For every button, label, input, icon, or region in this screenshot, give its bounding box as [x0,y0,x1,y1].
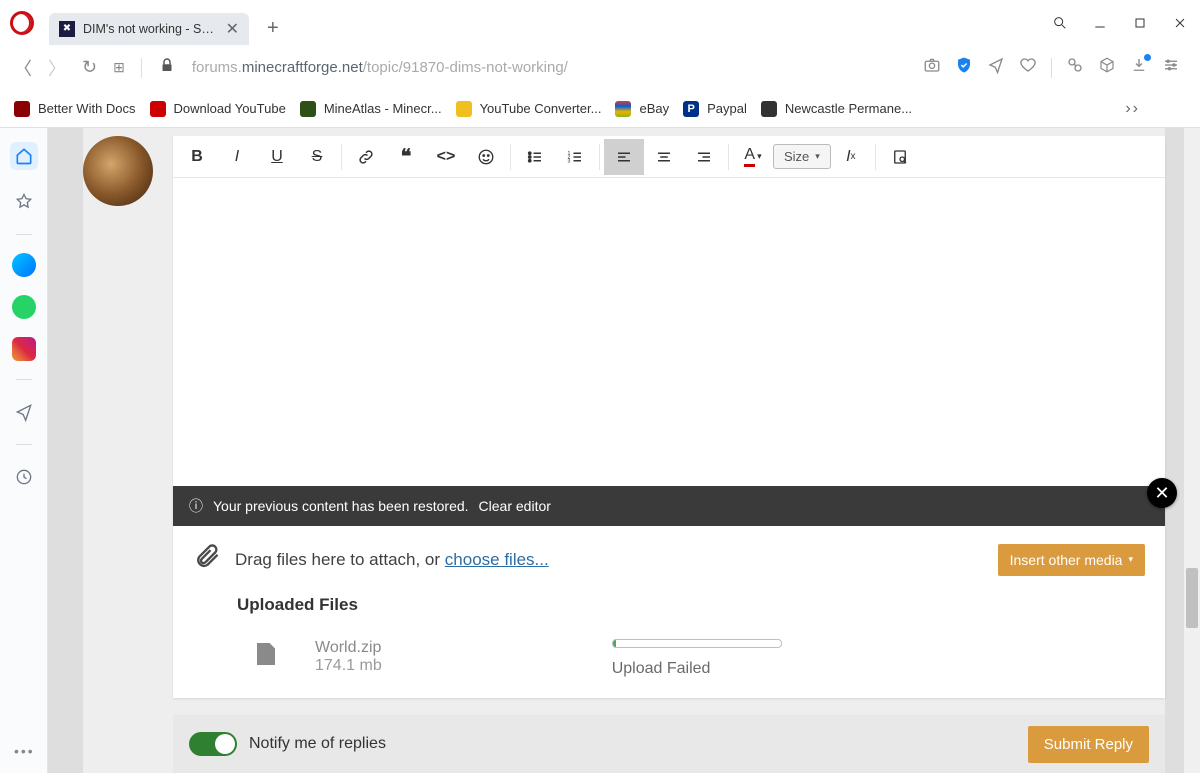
align-right-button[interactable] [684,139,724,175]
bookmark-item[interactable]: YouTube Converter... [456,101,602,117]
strike-button[interactable]: S [297,139,337,175]
opera-sidebar: ••• [0,128,48,773]
number-list-button[interactable]: 123 [555,139,595,175]
restore-message: Your previous content has been restored. [213,498,469,514]
heart-icon[interactable] [1019,56,1037,79]
clear-editor-link[interactable]: Clear editor [479,498,551,514]
paperclip-icon [193,542,221,577]
uploaded-heading: Uploaded Files [237,595,1145,615]
send-sidebar-icon[interactable] [10,398,38,426]
link-button[interactable] [346,139,386,175]
forward-button[interactable]: 〉 [48,55,66,81]
align-left-button[interactable] [604,139,644,175]
underline-button[interactable]: U [257,139,297,175]
shield-icon[interactable] [955,56,973,79]
upload-status-text: Upload Failed [612,660,782,678]
code-button[interactable]: <> [426,139,466,175]
editor-textarea[interactable] [173,178,1165,486]
bookmark-item[interactable]: Download YouTube [150,101,286,117]
attach-text: Drag files here to attach, or choose fil… [235,550,549,570]
bullet-list-button[interactable] [515,139,555,175]
speed-dial-icon[interactable]: ⊞ [113,59,125,76]
history-icon[interactable] [10,463,38,491]
bookmarks-bar: Better With Docs Download YouTube MineAt… [0,90,1200,128]
upload-progress [612,639,782,648]
bold-button[interactable]: B [177,139,217,175]
bookmark-item[interactable]: MineAtlas - Minecr... [300,101,442,117]
attach-area[interactable]: Drag files here to attach, or choose fil… [173,526,1165,587]
file-icon [257,643,275,665]
bookmark-item[interactable]: PPaypal [683,101,747,117]
scrollbar[interactable] [1184,128,1200,773]
reply-editor: B I U S ❝ <> 123 A▾ Size▾ Ix [173,136,1165,698]
user-avatar[interactable] [83,136,153,206]
close-notice-button[interactable]: ✕ [1147,478,1177,508]
bookmark-item[interactable]: Newcastle Permane... [761,101,912,117]
font-color-button[interactable]: A▾ [733,139,773,175]
home-icon[interactable] [10,142,38,170]
align-center-button[interactable] [644,139,684,175]
reply-footer: Notify me of replies Submit Reply [173,715,1165,773]
browser-tab[interactable]: ✖ DIM's not working - Suppo ✕ [49,13,249,45]
bookmarks-icon[interactable] [10,188,38,216]
emoji-button[interactable] [466,139,506,175]
close-window-button[interactable] [1160,7,1200,39]
file-name: World.zip [315,639,382,657]
clear-format-button[interactable]: Ix [831,139,871,175]
info-icon: ⓘ [189,496,203,516]
tab-favicon-icon: ✖ [59,21,75,37]
snapshot-icon[interactable] [923,56,941,79]
notify-label: Notify me of replies [249,735,386,753]
reload-button[interactable]: ↻ [82,57,97,78]
sidebar-more-button[interactable]: ••• [14,743,35,759]
bookmark-item[interactable]: Better With Docs [14,101,136,117]
opera-logo-icon [10,11,34,35]
address-actions [923,56,1180,79]
back-button[interactable]: 〈 [14,55,32,81]
scrollbar-thumb[interactable] [1186,568,1198,628]
address-bar: 〈 〉 ↻ ⊞ forums.minecraftforge.net/topic/… [0,45,1200,90]
lock-icon[interactable] [158,56,176,79]
restore-notice: ⓘ Your previous content has been restore… [173,486,1165,526]
insert-media-button[interactable]: Insert other media▾ [998,544,1145,576]
pinboard-icon[interactable] [1066,56,1084,79]
tab-close-button[interactable]: ✕ [226,19,239,39]
file-row: World.zip 174.1 mb Upload Failed [237,639,1145,678]
svg-text:3: 3 [568,158,571,164]
bookmarks-overflow-button[interactable]: ›› [1125,100,1140,118]
minimize-button[interactable] [1080,7,1120,39]
messenger-icon[interactable] [12,253,36,277]
instagram-icon[interactable] [12,337,36,361]
url-display[interactable]: forums.minecraftforge.net/topic/91870-di… [192,59,907,76]
send-icon[interactable] [987,56,1005,79]
choose-files-link[interactable]: choose files... [445,550,549,569]
file-size: 174.1 mb [315,657,382,675]
preview-button[interactable] [880,139,920,175]
whatsapp-icon[interactable] [12,295,36,319]
window-titlebar: ✖ DIM's not working - Suppo ✕ + [0,0,1200,45]
easy-setup-icon[interactable] [1162,56,1180,79]
bookmark-item[interactable]: eBay [615,101,669,117]
cube-icon[interactable] [1098,56,1116,79]
maximize-button[interactable] [1120,7,1160,39]
notify-toggle[interactable] [189,732,237,756]
uploaded-files: Uploaded Files World.zip 174.1 mb Upload… [173,587,1165,698]
page-content: B I U S ❝ <> 123 A▾ Size▾ Ix [48,128,1200,773]
italic-button[interactable]: I [217,139,257,175]
editor-toolbar: B I U S ❝ <> 123 A▾ Size▾ Ix [173,136,1165,178]
submit-reply-button[interactable]: Submit Reply [1028,726,1149,763]
quote-button[interactable]: ❝ [386,139,426,175]
window-controls [1040,0,1200,45]
search-icon[interactable] [1040,7,1080,39]
font-size-dropdown[interactable]: Size▾ [773,144,831,169]
tab-title: DIM's not working - Suppo [83,22,220,36]
new-tab-button[interactable]: + [267,17,279,40]
download-icon[interactable] [1130,56,1148,79]
